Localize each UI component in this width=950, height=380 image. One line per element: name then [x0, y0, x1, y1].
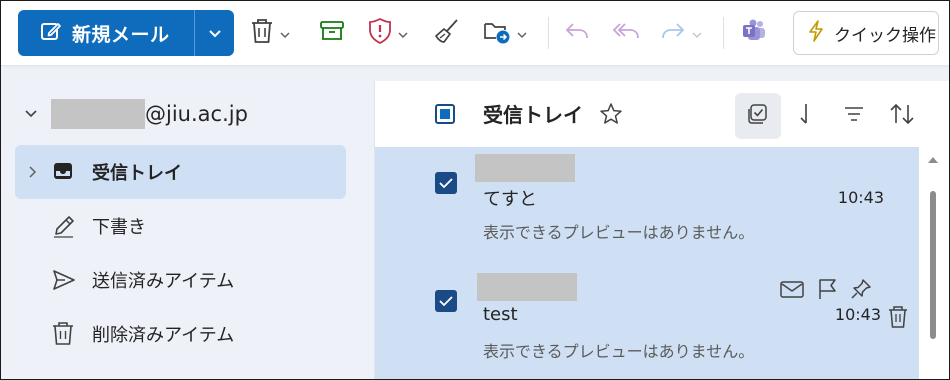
select-check-icon — [746, 102, 770, 130]
folder-pane: @jiu.ac.jp 受信トレイ 下書き 送信済みアイテム 削除済みアイテム — [1, 81, 373, 379]
new-mail-dropdown[interactable] — [195, 10, 234, 56]
message-hover-actions — [779, 277, 873, 305]
delete-button[interactable] — [249, 15, 291, 51]
reply-all-button[interactable] — [611, 15, 641, 51]
list-scrollbar[interactable] — [919, 147, 949, 379]
report-shield-icon — [367, 17, 393, 49]
account-name-redaction — [51, 99, 145, 129]
move-to-button[interactable] — [482, 15, 528, 51]
compose-icon — [40, 20, 62, 46]
teams-icon — [740, 17, 768, 49]
folder-sent[interactable]: 送信済みアイテム — [15, 253, 346, 307]
quick-action-label: クイック操作 — [834, 25, 936, 46]
new-mail-split-button: 新規メール — [18, 10, 234, 56]
message-checkbox[interactable] — [435, 172, 457, 194]
folder-label: 送信済みアイテム — [92, 271, 235, 292]
message-list-header: 受信トレイ — [375, 81, 949, 147]
checkmark-icon — [439, 296, 453, 307]
message-checkbox[interactable] — [435, 290, 457, 312]
new-mail-label: 新規メール — [72, 23, 170, 46]
forward-button[interactable] — [659, 15, 703, 51]
trash-icon[interactable] — [887, 305, 909, 329]
sweep-button[interactable] — [433, 15, 461, 51]
jump-down-button[interactable] — [783, 93, 829, 139]
message-preview: 表示できるプレビューはありません。 — [483, 223, 755, 242]
move-folder-icon — [482, 17, 512, 49]
reply-icon — [563, 19, 591, 47]
folder-drafts[interactable]: 下書き — [15, 199, 346, 253]
arrow-down-icon — [796, 101, 816, 131]
flag-icon[interactable] — [816, 277, 838, 305]
folder-label: 下書き — [92, 217, 146, 238]
folder-deleted[interactable]: 削除済みアイテム — [15, 307, 346, 361]
report-button[interactable] — [367, 15, 409, 51]
quick-action-button[interactable]: クイック操作 — [793, 11, 939, 55]
message-subject: てすと — [483, 189, 537, 210]
message-preview: 表示できるプレビューはありません。 — [483, 342, 755, 361]
archive-button[interactable] — [319, 15, 345, 51]
toolbar-divider — [723, 17, 724, 49]
message-list: てすと 10:43 表示できるプレビューはありません。 test 10:43 表… — [375, 147, 919, 379]
mark-read-envelope-icon[interactable] — [779, 278, 805, 304]
teams-button[interactable] — [740, 15, 768, 51]
account-header[interactable]: @jiu.ac.jp — [23, 99, 248, 129]
outlook-window: 新規メール クイック操作 @jiu.ac.jp 受信トレイ 下書き 送信済みアイ… — [0, 0, 950, 380]
message-subject: test — [483, 304, 518, 325]
forward-icon — [659, 19, 687, 47]
pencil-icon — [51, 213, 77, 243]
chevron-down-icon — [208, 24, 222, 43]
filter-button[interactable] — [831, 93, 877, 139]
toolbar-divider — [548, 17, 549, 49]
folder-inbox[interactable]: 受信トレイ — [15, 145, 346, 199]
folder-label: 削除済みアイテム — [92, 325, 235, 346]
reply-all-icon — [611, 19, 641, 47]
message-list-pane: 受信トレイ てすと 10:43 表示できるプレビューはありません。 test 1… — [374, 81, 949, 379]
account-email-suffix: @jiu.ac.jp — [145, 102, 248, 126]
chevron-down-icon — [516, 24, 528, 43]
new-mail-button[interactable]: 新規メール — [18, 10, 195, 56]
message-time: 10:43 — [837, 188, 884, 207]
sweep-icon — [433, 17, 461, 49]
list-title: 受信トレイ — [483, 103, 583, 127]
message-row[interactable]: てすと 10:43 表示できるプレビューはありません。 — [375, 147, 919, 265]
inbox-icon — [51, 159, 75, 187]
scroll-up-arrow-icon[interactable] — [928, 157, 938, 163]
sort-arrows-icon — [888, 101, 916, 131]
filter-icon — [842, 104, 866, 128]
sender-name-redaction — [477, 273, 577, 301]
ribbon-toolbar: 新規メール クイック操作 — [1, 1, 949, 66]
message-row[interactable]: test 10:43 表示できるプレビューはありません。 — [375, 265, 919, 379]
checkmark-icon — [439, 178, 453, 189]
sort-button[interactable] — [879, 93, 925, 139]
selection-mode-button[interactable] — [735, 93, 781, 139]
reply-button[interactable] — [563, 15, 591, 51]
select-all-checkbox[interactable] — [435, 104, 455, 124]
message-time: 10:43 — [834, 305, 881, 324]
star-favorite-icon[interactable] — [598, 101, 624, 131]
chevron-down-icon — [279, 24, 291, 43]
lightning-icon — [806, 19, 826, 47]
scrollbar-thumb[interactable] — [930, 191, 936, 339]
pin-icon[interactable] — [849, 277, 873, 305]
chevron-down-icon — [23, 105, 39, 124]
partial-check-indicator — [440, 109, 450, 119]
trash-icon — [51, 321, 75, 351]
chevron-down-icon — [691, 24, 703, 43]
folder-label: 受信トレイ — [92, 163, 182, 184]
trash-icon — [249, 17, 275, 49]
chevron-down-icon — [397, 24, 409, 43]
sender-name-redaction — [475, 154, 575, 182]
chevron-right-icon — [27, 164, 37, 183]
send-icon — [51, 267, 77, 297]
archive-icon — [319, 19, 345, 47]
